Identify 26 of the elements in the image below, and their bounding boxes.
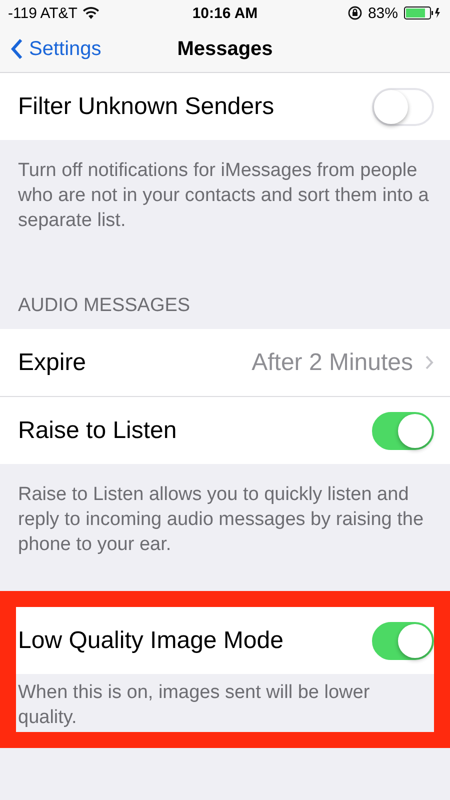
settings-row[interactable]: Raise to Listen <box>0 397 450 464</box>
status-time: 10:16 AM <box>192 4 258 22</box>
battery-percent: 83% <box>368 4 398 22</box>
chevron-left-icon <box>10 38 23 60</box>
settings-row[interactable]: Low Quality Image Mode <box>16 607 434 674</box>
back-button[interactable]: Settings <box>0 38 102 60</box>
toggle-switch[interactable] <box>372 412 434 450</box>
row-value: After 2 Minutes <box>252 348 413 376</box>
section-footer: Turn off notifications for iMessages from people who are not in your contacts and sort them into a separate list. <box>0 140 450 259</box>
rotation-lock-icon <box>348 6 362 20</box>
row-label: Raise to Listen <box>18 416 177 444</box>
row-label: Filter Unknown Senders <box>18 92 274 120</box>
section-footer: Raise to Listen allows you to quickly listen and reply to incoming audio messages by raising the phone to your ear. <box>0 464 450 583</box>
section-footer: When this is on, images sent will be lower quality. <box>16 674 434 732</box>
row-label: Expire <box>18 348 86 376</box>
settings-row[interactable]: Filter Unknown Senders <box>0 73 450 140</box>
carrier-text: -119 AT&T <box>8 4 78 22</box>
row-label: Low Quality Image Mode <box>18 626 284 654</box>
settings-row[interactable]: Expire After 2 Minutes <box>0 329 450 397</box>
back-label: Settings <box>29 38 102 60</box>
wifi-icon <box>83 7 100 19</box>
battery-icon <box>404 6 442 20</box>
nav-title: Messages <box>177 38 273 60</box>
toggle-switch[interactable] <box>372 622 434 660</box>
section-header: AUDIO MESSAGES <box>17 294 192 318</box>
chevron-right-icon <box>425 355 434 370</box>
